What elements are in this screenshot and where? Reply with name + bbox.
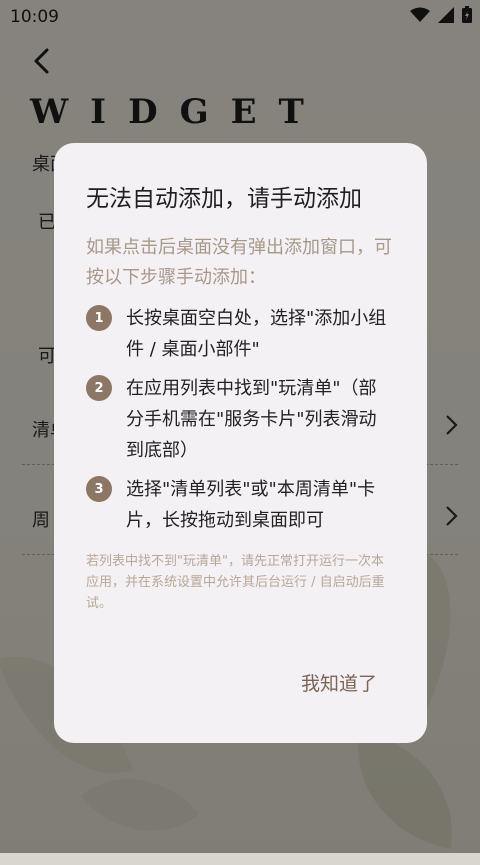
dialog-intro: 如果点击后桌面没有弹出添加窗口，可按以下步骤手动添加： [86, 237, 392, 288]
step-number-badge: 2 [86, 375, 112, 401]
manual-add-dialog: 无法自动添加，请手动添加 如果点击后桌面没有弹出添加窗口，可按以下步骤手动添加：… [54, 143, 427, 743]
step-text: 选择"清单列表"或"本周清单"卡片，长按拖动到桌面即可 [126, 479, 376, 531]
step-number-badge: 1 [86, 305, 112, 331]
dialog-note: 若列表中找不到"玩清单"，请先正常打开运行一次本应用，并在系统设置中允许其后台运… [86, 554, 385, 611]
confirm-button[interactable]: 我知道了 [299, 665, 379, 700]
step-text: 长按桌面空白处，选择"添加小组件 / 桌面小部件" [126, 308, 387, 360]
dialog-title: 无法自动添加，请手动添加 [86, 186, 362, 212]
step-number-badge: 3 [86, 476, 112, 502]
step-text: 在应用列表中找到"玩清单"（部分手机需在"服务卡片"列表滑动到底部） [126, 378, 377, 461]
